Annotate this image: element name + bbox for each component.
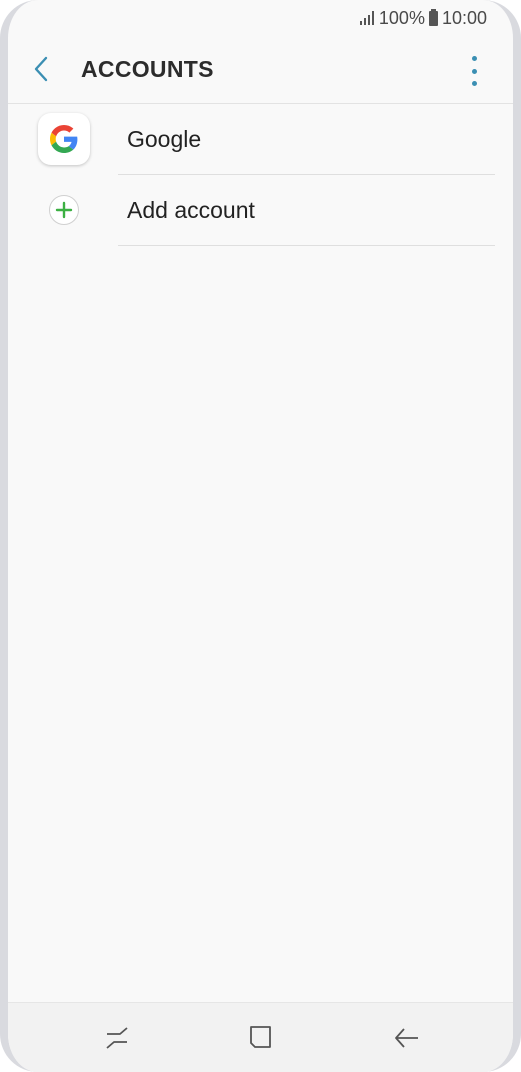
battery-percent: 100% [378,7,425,28]
plus-icon [48,194,79,225]
list-item-add-account[interactable]: Add account [8,175,513,246]
status-bar: 100% 10:00 [8,0,513,36]
accounts-list: Google Add account [8,104,513,246]
clock: 10:00 [441,7,487,28]
google-icon [37,112,90,165]
navigation-bar [8,1002,513,1072]
account-label-google: Google [127,126,202,152]
home-button[interactable] [246,1023,276,1053]
nav-back-button[interactable] [391,1023,421,1053]
recents-button[interactable] [102,1023,132,1053]
edge-panel-handle[interactable] [515,300,519,515]
more-vert-icon [471,56,477,61]
list-item-google[interactable]: Google [8,104,513,175]
signal-icon [359,11,374,25]
more-options-button[interactable] [467,56,481,86]
back-arrow-icon [395,1028,418,1048]
recents-icon [106,1027,128,1049]
app-bar: ACCOUNTS [8,36,513,104]
divider [118,245,495,246]
chevron-left-icon [34,56,48,82]
page-title: ACCOUNTS [81,56,214,82]
phone-screen: 100% 10:00 ACCOUNTS Google Add account [0,0,521,1072]
battery-icon [428,8,438,26]
back-button[interactable] [26,54,56,84]
add-account-label: Add account [127,197,255,223]
home-icon [250,1026,271,1048]
